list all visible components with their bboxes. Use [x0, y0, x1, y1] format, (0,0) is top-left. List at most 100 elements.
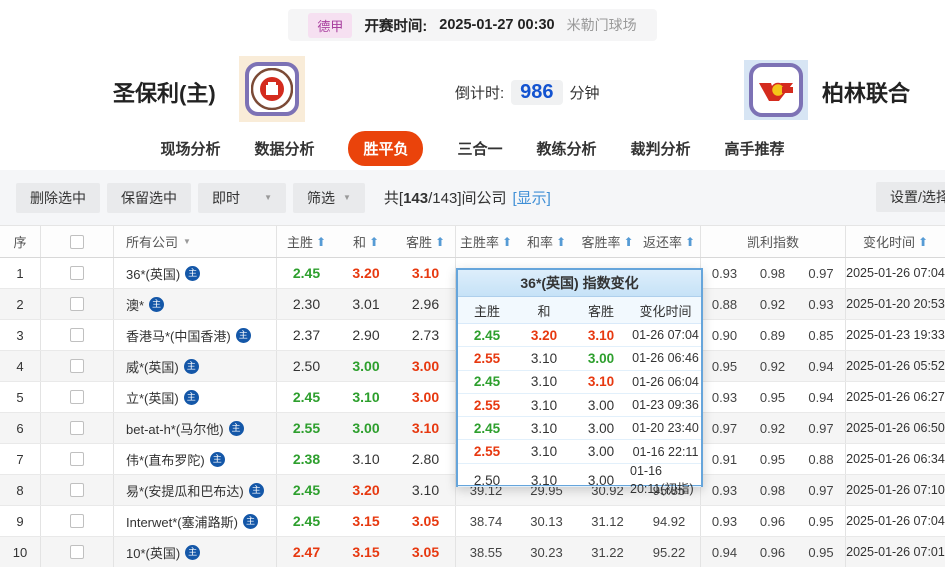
- tab-win-draw-lose[interactable]: 胜平负: [348, 131, 423, 166]
- row-checkbox[interactable]: [70, 514, 84, 528]
- home-odds: 2.50: [276, 351, 336, 381]
- tab-referee-analysis[interactable]: 裁判分析: [631, 138, 691, 159]
- company-cell[interactable]: 易*(安提瓜和巴布达)主: [113, 475, 276, 505]
- header-change-time-label: 变化时间: [863, 232, 915, 251]
- row-checkbox[interactable]: [70, 545, 84, 559]
- home-odds: 2.45: [276, 475, 336, 505]
- company-cell[interactable]: 香港马*(中国香港)主: [113, 320, 276, 350]
- header-draw-odds[interactable]: 和⬆: [336, 226, 396, 257]
- delete-selected-button[interactable]: 删除选中: [16, 183, 100, 213]
- header-index: 序: [0, 226, 40, 257]
- kelly-cell: 0.96: [748, 537, 797, 567]
- popup-draw-odds: 3.20: [516, 324, 572, 346]
- filter-dropdown[interactable]: 筛选 ▼: [293, 183, 365, 213]
- row-checkbox-cell: [40, 320, 113, 350]
- company-cell[interactable]: 立*(英国)主: [113, 382, 276, 412]
- home-odds: 2.45: [276, 258, 336, 288]
- home-odds: 2.30: [276, 289, 336, 319]
- header-home-rate[interactable]: 主胜率⬆: [455, 226, 516, 257]
- popup-home-odds: 2.55: [458, 394, 516, 416]
- away-team-crest-icon: [749, 63, 803, 117]
- rate-cell: 31.12: [577, 506, 638, 536]
- header-home-rate-label: 主胜率: [460, 232, 499, 251]
- kelly-cell: 0.93: [700, 475, 748, 505]
- header-checkbox-cell: [40, 226, 113, 257]
- company-cell[interactable]: 10*(英国)主: [113, 537, 276, 567]
- settings-select-button[interactable]: 设置/选择: [876, 182, 945, 212]
- row-index: 8: [0, 475, 40, 505]
- header-draw-rate-label: 和率: [527, 232, 553, 251]
- tab-live-analysis[interactable]: 现场分析: [160, 138, 220, 159]
- kelly-cell: 0.92: [748, 351, 797, 381]
- league-badge: 德甲: [308, 13, 352, 38]
- company-name: 易*(安提瓜和巴布达): [126, 481, 244, 500]
- change-time-cell: 2025-01-26 06:27: [845, 382, 945, 412]
- row-checkbox[interactable]: [70, 266, 84, 280]
- home-badge-icon: 主: [185, 545, 200, 560]
- row-index: 6: [0, 413, 40, 443]
- header-home-odds[interactable]: 主胜⬆: [276, 226, 336, 257]
- home-badge-icon: 主: [185, 266, 200, 281]
- tab-three-in-one[interactable]: 三合一: [457, 138, 502, 159]
- away-odds: 3.00: [396, 351, 455, 381]
- table-header: 序 所有公司▼ 主胜⬆ 和⬆ 客胜⬆ 主胜率⬆ 和率⬆ 客胜率⬆ 返还率⬆ 凯利…: [0, 225, 945, 258]
- company-cell[interactable]: 威*(英国)主: [113, 351, 276, 381]
- kelly-cell: 0.98: [748, 258, 797, 288]
- row-checkbox[interactable]: [70, 483, 84, 497]
- draw-odds: 2.90: [336, 320, 396, 350]
- tab-expert-recommend[interactable]: 高手推荐: [725, 138, 785, 159]
- sort-asc-icon: ⬆: [435, 235, 445, 249]
- row-checkbox[interactable]: [70, 359, 84, 373]
- popup-row: 2.553.103.0001-23 09:36: [458, 394, 701, 417]
- header-away-rate[interactable]: 客胜率⬆: [577, 226, 638, 257]
- kickoff-time: 2025-01-27 00:30: [439, 17, 554, 33]
- draw-odds: 3.00: [336, 351, 396, 381]
- kelly-cell: 0.95: [748, 382, 797, 412]
- row-checkbox-cell: [40, 475, 113, 505]
- company-name: bet-at-h*(马尔他): [126, 419, 224, 438]
- row-checkbox[interactable]: [70, 390, 84, 404]
- company-cell[interactable]: 36*(英国)主: [113, 258, 276, 288]
- tab-coach-analysis[interactable]: 教练分析: [537, 138, 597, 159]
- company-cell[interactable]: Interwet*(塞浦路斯)主: [113, 506, 276, 536]
- draw-odds: 3.00: [336, 413, 396, 443]
- row-checkbox[interactable]: [70, 421, 84, 435]
- home-odds: 2.47: [276, 537, 336, 567]
- popup-row: 2.553.103.0001-26 06:46: [458, 347, 701, 370]
- away-team-name: 柏林联合: [822, 76, 910, 108]
- row-checkbox-cell: [40, 537, 113, 567]
- popup-draw-odds: 3.10: [516, 347, 572, 369]
- keep-selected-button[interactable]: 保留选中: [107, 183, 191, 213]
- home-team-crest-icon: [245, 62, 299, 116]
- kelly-cell: 0.92: [748, 289, 797, 319]
- count-prefix: 共[: [384, 190, 403, 207]
- header-company[interactable]: 所有公司▼: [113, 226, 276, 257]
- rate-cell: 30.23: [516, 537, 577, 567]
- kelly-cell: 0.97: [700, 413, 748, 443]
- draw-odds: 3.01: [336, 289, 396, 319]
- show-link[interactable]: [显示]: [513, 190, 551, 207]
- header-change-time[interactable]: 变化时间⬆: [845, 226, 945, 257]
- instant-dropdown[interactable]: 即时 ▼: [198, 183, 286, 213]
- row-checkbox[interactable]: [70, 297, 84, 311]
- select-all-checkbox[interactable]: [70, 235, 84, 249]
- countdown-value: 986: [511, 80, 562, 105]
- row-index: 10: [0, 537, 40, 567]
- header-away-odds[interactable]: 客胜⬆: [396, 226, 455, 257]
- kelly-cell: 0.95: [748, 444, 797, 474]
- company-cell[interactable]: 伟*(直布罗陀)主: [113, 444, 276, 474]
- kelly-cell: 0.94: [797, 351, 845, 381]
- popup-draw-odds: 3.10: [516, 394, 572, 416]
- header-draw-rate[interactable]: 和率⬆: [516, 226, 577, 257]
- rate-cell: 38.74: [455, 506, 516, 536]
- header-return-rate[interactable]: 返还率⬆: [638, 226, 700, 257]
- draw-odds: 3.15: [336, 506, 396, 536]
- count-shown: 143: [403, 190, 428, 207]
- count-suffix: ]间公司: [457, 190, 506, 207]
- tab-data-analysis[interactable]: 数据分析: [254, 138, 314, 159]
- row-checkbox[interactable]: [70, 328, 84, 342]
- company-cell[interactable]: 澳*主: [113, 289, 276, 319]
- company-cell[interactable]: bet-at-h*(马尔他)主: [113, 413, 276, 443]
- row-checkbox[interactable]: [70, 452, 84, 466]
- kelly-cell: 0.97: [797, 413, 845, 443]
